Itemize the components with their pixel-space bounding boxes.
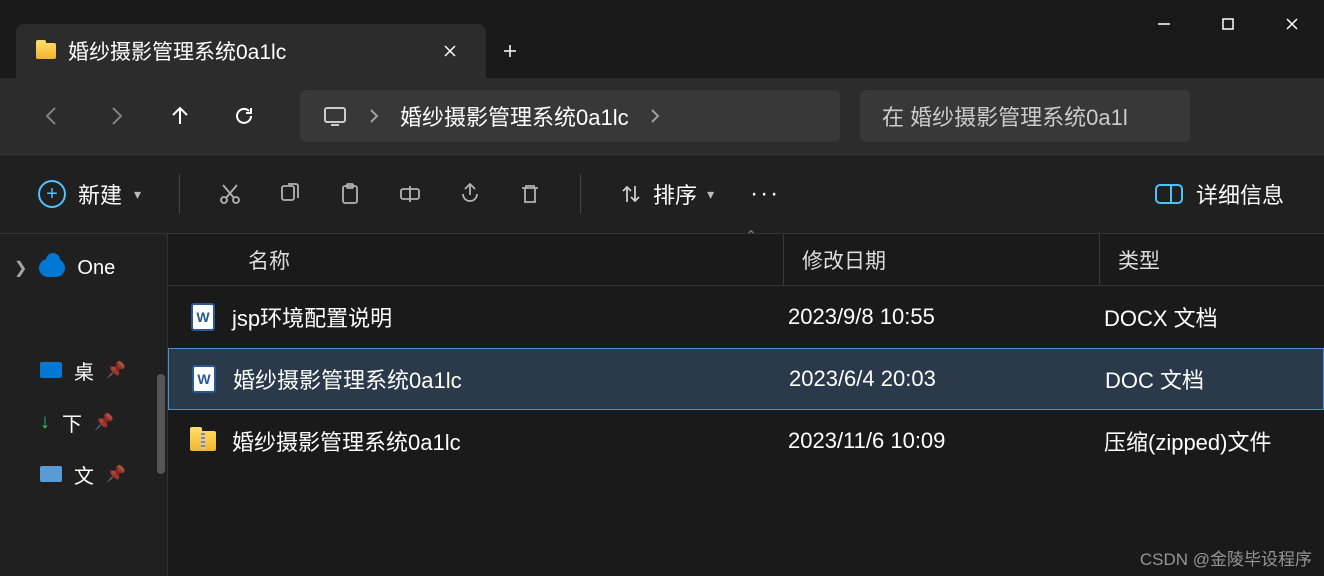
file-name: 婚纱摄影管理系统0a1lc	[232, 425, 784, 457]
maximize-button[interactable]	[1196, 0, 1260, 48]
paste-button[interactable]	[324, 170, 376, 218]
sort-icon	[619, 182, 643, 206]
column-date[interactable]: 修改日期	[784, 234, 1100, 285]
separator	[179, 174, 180, 214]
chevron-right-icon	[649, 108, 661, 124]
sidebar-scrollbar[interactable]	[157, 374, 165, 474]
view-details-button[interactable]: 详细信息	[1138, 170, 1300, 218]
sidebar-item-label: 文	[74, 460, 94, 489]
download-icon: ↓	[40, 411, 50, 434]
forward-button[interactable]	[88, 92, 144, 140]
plus-circle-icon: +	[38, 180, 66, 208]
close-tab-button[interactable]	[434, 35, 466, 67]
column-handle-icon: ⌃	[746, 228, 756, 242]
rename-button[interactable]	[384, 170, 436, 218]
new-label: 新建	[78, 178, 122, 210]
refresh-button[interactable]	[216, 92, 272, 140]
navbar: 婚纱摄影管理系统0a1lc 在 婚纱摄影管理系统0a1l	[0, 78, 1324, 154]
details-pane-icon	[1154, 183, 1184, 205]
file-row[interactable]: 婚纱摄影管理系统0a1lc 2023/6/4 20:03 DOC 文档	[168, 348, 1324, 410]
file-type: 压缩(zipped)文件	[1100, 425, 1324, 457]
column-type[interactable]: 类型	[1100, 234, 1324, 285]
word-doc-icon	[187, 365, 221, 393]
folder-icon	[36, 43, 56, 59]
watermark: CSDN @金陵毕设程序	[1140, 545, 1312, 570]
breadcrumb-current[interactable]: 婚纱摄影管理系统0a1lc	[400, 100, 629, 132]
sidebar: ❯ One 桌 📌 ↓ 下 📌 文 📌	[0, 234, 168, 576]
sidebar-item-desktop[interactable]: 桌 📌	[0, 344, 167, 396]
share-button[interactable]	[444, 170, 496, 218]
minimize-button[interactable]	[1132, 0, 1196, 48]
search-placeholder: 在 婚纱摄影管理系统0a1l	[882, 100, 1128, 132]
file-type: DOC 文档	[1101, 363, 1323, 395]
file-date: 2023/9/8 10:55	[784, 304, 1100, 330]
sidebar-item-label: One	[77, 257, 115, 280]
chevron-right-icon: ❯	[14, 258, 27, 278]
main-area: ❯ One 桌 📌 ↓ 下 📌 文 📌 ⌃ 名称 修改日期	[0, 234, 1324, 576]
toolbar: + 新建 ▾ 排序 ▾ ··· 详细信息	[0, 154, 1324, 234]
file-name: jsp环境配置说明	[232, 301, 784, 333]
sort-label: 排序	[653, 178, 697, 210]
sidebar-item-label: 桌	[74, 356, 94, 385]
search-input[interactable]: 在 婚纱摄影管理系统0a1l	[860, 90, 1190, 142]
cut-button[interactable]	[204, 170, 256, 218]
pin-icon: 📌	[106, 360, 126, 380]
chevron-down-icon: ▾	[134, 186, 141, 203]
sidebar-item-onedrive[interactable]: ❯ One	[0, 242, 167, 294]
copy-button[interactable]	[264, 170, 316, 218]
chevron-down-icon: ▾	[707, 186, 714, 203]
column-name[interactable]: 名称	[222, 234, 784, 285]
pin-icon: 📌	[94, 412, 114, 432]
desktop-icon	[40, 362, 62, 378]
file-row[interactable]: 婚纱摄影管理系统0a1lc 2023/11/6 10:09 压缩(zipped)…	[168, 410, 1324, 472]
more-button[interactable]: ···	[736, 180, 794, 208]
sidebar-item-label: 下	[62, 408, 82, 437]
tab-title: 婚纱摄影管理系统0a1lc	[68, 36, 422, 66]
file-name: 婚纱摄影管理系统0a1lc	[233, 363, 785, 395]
document-icon	[40, 466, 62, 482]
pc-icon	[322, 105, 348, 127]
sort-button[interactable]: 排序 ▾	[605, 170, 728, 218]
file-list: ⌃ 名称 修改日期 类型 jsp环境配置说明 2023/9/8 10:55 DO…	[168, 234, 1324, 576]
active-tab[interactable]: 婚纱摄影管理系统0a1lc	[16, 24, 486, 78]
back-button[interactable]	[24, 92, 80, 140]
up-button[interactable]	[152, 92, 208, 140]
pin-icon: 📌	[106, 464, 126, 484]
word-doc-icon	[186, 303, 220, 331]
window-controls	[1132, 0, 1324, 48]
file-row[interactable]: jsp环境配置说明 2023/9/8 10:55 DOCX 文档	[168, 286, 1324, 348]
zip-folder-icon	[186, 431, 220, 451]
file-type: DOCX 文档	[1100, 301, 1324, 333]
sidebar-item-downloads[interactable]: ↓ 下 📌	[0, 396, 167, 448]
view-label: 详细信息	[1196, 178, 1284, 210]
separator	[580, 174, 581, 214]
chevron-right-icon	[368, 108, 380, 124]
new-button[interactable]: + 新建 ▾	[24, 170, 155, 218]
cloud-icon	[39, 259, 65, 277]
sidebar-item-documents[interactable]: 文 📌	[0, 448, 167, 500]
titlebar: 婚纱摄影管理系统0a1lc	[0, 0, 1324, 78]
delete-button[interactable]	[504, 170, 556, 218]
new-tab-button[interactable]	[486, 27, 534, 75]
file-date: 2023/11/6 10:09	[784, 428, 1100, 454]
file-date: 2023/6/4 20:03	[785, 366, 1101, 392]
close-window-button[interactable]	[1260, 0, 1324, 48]
breadcrumb[interactable]: 婚纱摄影管理系统0a1lc	[300, 90, 840, 142]
